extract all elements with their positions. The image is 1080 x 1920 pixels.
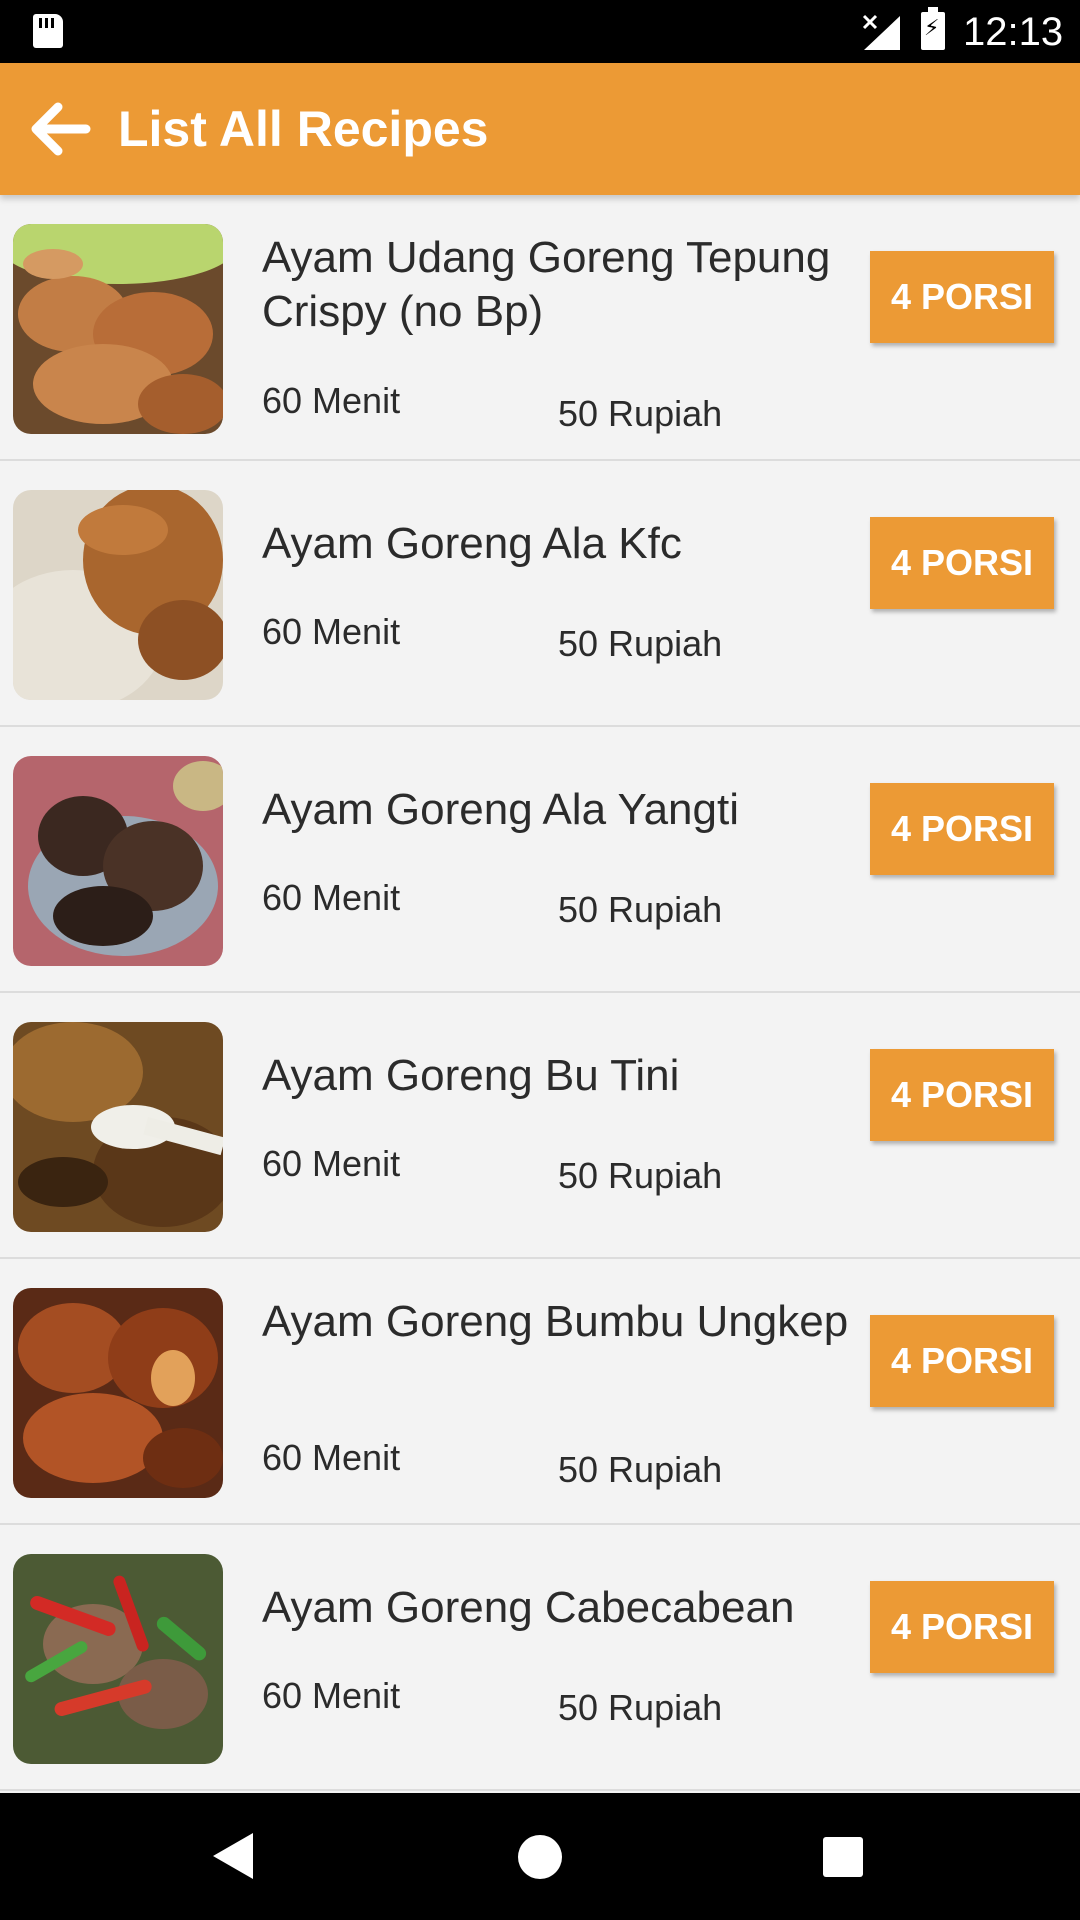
recipe-item[interactable]: Ayam Goreng Bu Tini 60 Menit 50 Rupiah 4… <box>0 993 1080 1259</box>
battery-charging-icon <box>921 7 945 50</box>
portion-button[interactable]: 4 PORSI <box>870 1315 1054 1407</box>
recipe-title: Ayam Goreng Bu Tini <box>262 1051 680 1100</box>
recipe-price: 50 Rupiah <box>558 393 723 434</box>
recipe-title: Ayam Goreng Bumbu Ungkep <box>262 1297 849 1346</box>
recipe-time: 60 Menit <box>262 380 401 421</box>
nav-recents-icon[interactable] <box>823 1837 863 1877</box>
recipe-item[interactable]: Ayam Goreng Bumbu Ungkep 60 Menit 50 Rup… <box>0 1259 1080 1525</box>
no-signal-icon <box>862 14 900 50</box>
recipe-thumbnail <box>13 1022 223 1232</box>
recipe-thumbnail <box>13 1554 223 1764</box>
recipe-price: 50 Rupiah <box>558 1449 723 1490</box>
nav-back-icon[interactable] <box>213 1833 253 1879</box>
recipe-time: 60 Menit <box>262 1143 401 1184</box>
recipe-list[interactable]: Ayam Udang Goreng Tepung Crispy (no Bp) … <box>0 195 1080 1793</box>
recipe-price: 50 Rupiah <box>558 1155 723 1196</box>
recipe-thumbnail <box>13 1288 223 1498</box>
portion-button[interactable]: 4 PORSI <box>870 783 1054 875</box>
recipe-item[interactable]: Ayam Goreng Cabecabean 60 Menit 50 Rupia… <box>0 1525 1080 1791</box>
nav-home-icon[interactable] <box>518 1835 562 1879</box>
back-arrow-icon[interactable] <box>28 99 92 159</box>
recipe-title: Ayam Goreng Ala Kfc <box>262 519 682 568</box>
status-time: 12:13 <box>963 10 1064 54</box>
recipe-item[interactable]: Ayam Udang Goreng Tepung Crispy (no Bp) … <box>0 195 1080 461</box>
sd-card-icon <box>33 14 63 48</box>
recipe-time: 60 Menit <box>262 877 401 918</box>
recipe-title: Ayam Goreng Ala Yangti <box>262 785 739 834</box>
recipe-title: Ayam Goreng Cabecabean <box>262 1583 795 1632</box>
recipe-price: 50 Rupiah <box>558 1687 723 1728</box>
recipe-item[interactable]: Ayam Goreng Ala Kfc 60 Menit 50 Rupiah 4… <box>0 461 1080 727</box>
portion-button[interactable]: 4 PORSI <box>870 517 1054 609</box>
portion-button[interactable]: 4 PORSI <box>870 1581 1054 1673</box>
recipe-price: 50 Rupiah <box>558 889 723 930</box>
recipe-thumbnail <box>13 224 223 434</box>
recipe-time: 60 Menit <box>262 1437 401 1478</box>
navigation-bar <box>0 1793 1080 1920</box>
recipe-time: 60 Menit <box>262 611 401 652</box>
portion-button[interactable]: 4 PORSI <box>870 251 1054 343</box>
recipe-item[interactable]: Ayam Goreng Ala Yangti 60 Menit 50 Rupia… <box>0 727 1080 993</box>
app-bar: List All Recipes <box>0 63 1080 195</box>
portion-button[interactable]: 4 PORSI <box>870 1049 1054 1141</box>
recipe-title: Ayam Udang Goreng Tepung Crispy (no Bp) <box>262 233 831 336</box>
page-title: List All Recipes <box>118 101 489 157</box>
recipe-price: 50 Rupiah <box>558 623 723 664</box>
recipe-thumbnail <box>13 490 223 700</box>
recipe-thumbnail <box>13 756 223 966</box>
recipe-time: 60 Menit <box>262 1675 401 1716</box>
status-bar: 12:13 <box>0 0 1080 63</box>
